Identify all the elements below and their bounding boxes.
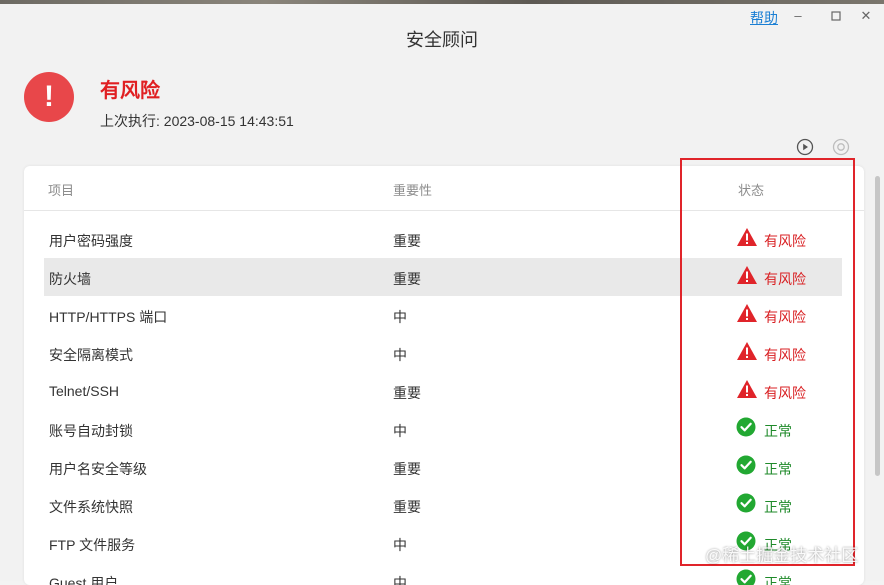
row-importance: 重要 <box>393 497 421 517</box>
play-circle-icon[interactable] <box>796 138 814 156</box>
row-status-label: 有风险 <box>764 307 806 327</box>
close-button[interactable]: ✕ <box>856 6 876 26</box>
row-importance: 中 <box>393 421 407 441</box>
row-item-name: Telnet/SSH <box>49 383 119 399</box>
warning-icon <box>736 227 758 247</box>
header-item: 项目 <box>48 180 74 199</box>
table-row[interactable]: Telnet/SSH 重要 有风险 <box>44 372 842 410</box>
warning-icon <box>736 341 758 361</box>
row-item-name: 用户名安全等级 <box>49 459 147 479</box>
status-title: 有风险 <box>100 74 160 103</box>
last-run-time: 上次执行: 2023-08-15 14:43:51 <box>100 111 294 131</box>
row-item-name: HTTP/HTTPS 端口 <box>49 307 167 327</box>
row-importance: 中 <box>393 307 407 327</box>
minimize-button[interactable]: – <box>788 6 808 26</box>
row-item-name: 安全隔离模式 <box>49 345 133 365</box>
row-importance: 重要 <box>393 383 421 403</box>
scrollbar[interactable] <box>875 176 880 476</box>
header-importance: 重要性 <box>393 180 432 199</box>
maximize-button[interactable] <box>826 6 846 26</box>
row-status-label: 正常 <box>764 573 792 585</box>
row-item-name: 用户密码强度 <box>49 231 133 251</box>
warning-icon <box>736 303 758 323</box>
row-importance: 重要 <box>393 269 421 289</box>
check-table: 项目 重要性 状态 用户密码强度重要有风险防火墙重要有风险HTTP/HTTPS … <box>24 166 864 585</box>
table-row[interactable]: 防火墙 重要 有风险 <box>44 258 842 296</box>
row-item-name: FTP 文件服务 <box>49 535 135 555</box>
exclamation-circle-icon: ! <box>24 72 74 122</box>
row-status-label: 正常 <box>764 459 792 479</box>
check-circle-icon <box>736 493 756 513</box>
row-status-label: 正常 <box>764 497 792 517</box>
row-importance: 重要 <box>393 231 421 251</box>
row-status-label: 有风险 <box>764 345 806 365</box>
check-circle-icon <box>736 569 756 585</box>
row-item-name: 文件系统快照 <box>49 497 133 517</box>
table-row[interactable]: 安全隔离模式 中 有风险 <box>44 334 842 372</box>
table-header: 项目 重要性 状态 <box>24 166 864 211</box>
row-importance: 中 <box>393 535 407 555</box>
table-row[interactable]: 文件系统快照 重要 正常 <box>44 486 842 524</box>
table-row[interactable]: HTTP/HTTPS 端口 中 有风险 <box>44 296 842 334</box>
row-status-label: 有风险 <box>764 269 806 289</box>
row-importance: 中 <box>393 345 407 365</box>
row-status-label: 正常 <box>764 421 792 441</box>
security-advisor-window: 帮助 – ✕ 安全顾问 ! 有风险 上次执行: 2023-08-15 14:43… <box>0 4 884 581</box>
check-circle-icon <box>736 455 756 475</box>
header-status: 状态 <box>738 180 764 199</box>
table-row[interactable]: 用户密码强度 重要 有风险 <box>44 220 842 258</box>
row-item-name: Guest 用户 <box>49 573 118 585</box>
window-title: 安全顾问 <box>0 26 884 52</box>
warning-icon <box>736 379 758 399</box>
row-item-name: 账号自动封锁 <box>49 421 133 441</box>
gear-icon[interactable] <box>832 138 850 156</box>
table-row[interactable]: 用户名安全等级 重要 正常 <box>44 448 842 486</box>
row-importance: 重要 <box>393 459 421 479</box>
maximize-icon <box>831 11 841 21</box>
check-circle-icon <box>736 417 756 437</box>
row-importance: 中 <box>393 573 407 585</box>
row-status-label: 有风险 <box>764 383 806 403</box>
row-item-name: 防火墙 <box>49 269 91 289</box>
watermark: @稀土掘金技术社区 <box>705 541 858 566</box>
help-link[interactable]: 帮助 <box>750 8 778 28</box>
row-status-label: 有风险 <box>764 231 806 251</box>
warning-icon <box>736 265 758 285</box>
table-row[interactable]: 账号自动封锁 中 正常 <box>44 410 842 448</box>
